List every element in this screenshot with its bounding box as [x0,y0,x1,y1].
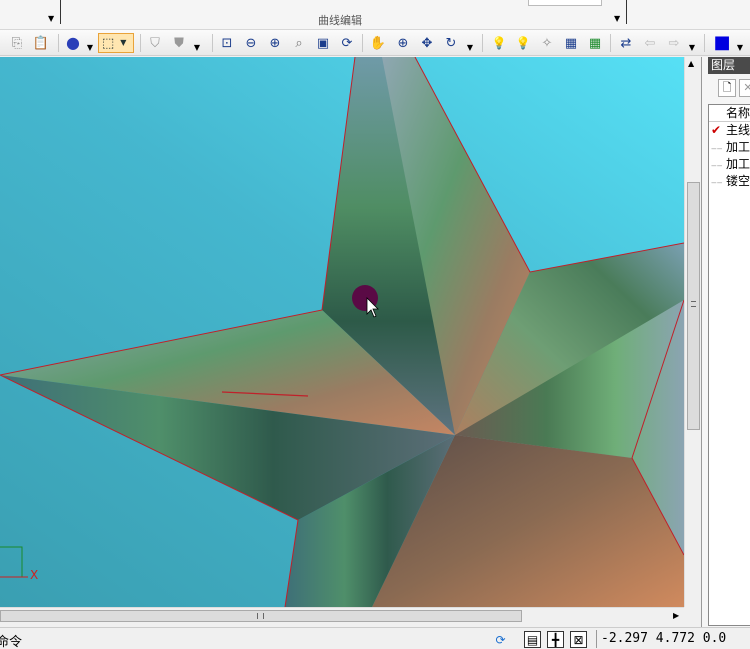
toolbar-separator [362,34,363,52]
back-arrow-icon[interactable]: ⇦ [641,34,659,52]
ribbon-bar: ▼ ▼ 曲线编辑 [0,0,750,30]
shield-icon[interactable]: ⛉ [146,34,164,52]
ribbon-separator [60,0,61,24]
layer-name: 加工 [726,140,750,154]
vertical-scroll-thumb[interactable] [687,182,700,430]
chevron-down-icon[interactable]: ▼ [86,39,94,57]
toolbar-separator [140,34,141,52]
zoom-extents-icon[interactable]: ▣ [314,34,332,52]
chevron-down-icon[interactable]: ▼ [193,39,201,57]
zoom-window-icon[interactable]: ⊡ [218,34,236,52]
status-bar: 命令 ⟳ ▤ ╋ ⊠ -2.297 4.772 0.0 [0,627,750,649]
sphere-shading-icon[interactable]: ● [64,34,82,52]
spin-icon[interactable]: ↻ [442,34,460,52]
pan-hand-icon[interactable]: ✋ [369,34,387,52]
color-swatch-icon[interactable]: ■ [713,34,731,52]
shield-filled-icon[interactable]: ⛊ [170,34,188,52]
ribbon-separator [626,0,627,24]
layer-column-header[interactable]: 名称 [709,105,750,122]
layer-name: 加工 [726,157,750,171]
chevron-down-icon[interactable]: ▼ [466,39,474,57]
box-view-button[interactable]: ⬚ ▼ [98,33,134,53]
tree-line-icon: ‒‒ [711,144,723,154]
layer-panel: 图层 🗋 ✕ 名称 ✔ 主线 ‒‒ 加工 ‒‒ 加工 ‒‒ 镂空 [701,57,750,627]
layer-list: 名称 ✔ 主线 ‒‒ 加工 ‒‒ 加工 ‒‒ 镂空 [708,104,750,626]
rotate-view-icon[interactable]: ⟳ [338,34,356,52]
chevron-down-icon[interactable]: ▼ [736,39,744,57]
layer-name: 主线 [726,123,750,137]
ribbon-group-label: 曲线编辑 [318,14,362,27]
copy-icon[interactable]: ⎘ [8,34,26,52]
light-settings-icon[interactable]: ✧ [538,34,556,52]
toolbar-separator [482,34,483,52]
axis-indicator-icon [0,546,23,578]
document-icon[interactable]: ▤ [524,631,541,648]
vertical-scrollbar[interactable]: ▲ [684,57,701,607]
check-icon[interactable]: ✔ [711,122,726,139]
bulb-green-icon[interactable]: 💡 [514,34,532,52]
toolbar-separator [212,34,213,52]
horizontal-scroll-thumb[interactable] [0,610,522,622]
cad-window: ▼ ▼ 曲线编辑 ⎘ 📋 ● ▼ ⬚ ▼ ⛉ ⛊ ▼ ⊡ ⊖ ⊕ ⌕ ▣ ⟳ ✋ … [0,0,750,649]
layer-row[interactable]: ‒‒ 加工 [709,156,750,173]
ortho-mode-icon[interactable]: ⊠ [570,631,587,648]
star-relief-model [0,57,684,607]
ribbon-field[interactable] [528,0,602,6]
chevron-down-icon: ▼ [120,38,127,47]
paste-icon[interactable]: 📋 [32,34,50,52]
new-layer-icon[interactable]: 🗋 [718,79,736,97]
zoom-in-icon[interactable]: ⊕ [266,34,284,52]
zoom-all-icon[interactable]: ⌕ [290,34,308,52]
status-divider [596,630,597,648]
layer-name: 镂空 [726,174,750,188]
toolbar-separator [58,34,59,52]
zoom-out-icon[interactable]: ⊖ [242,34,260,52]
refresh-icon[interactable]: ⟳ [492,631,509,648]
tree-line-icon: ‒‒ [711,178,723,188]
scroll-grip-icon [257,613,264,619]
regenerate-icon[interactable]: ⇄ [617,34,635,52]
axis-x-label: X [30,568,39,582]
scroll-right-arrow-icon[interactable]: ▶ [673,611,679,620]
layer-row[interactable]: ✔ 主线 [709,122,750,139]
main-toolbar: ⎘ 📋 ● ▼ ⬚ ▼ ⛉ ⛊ ▼ ⊡ ⊖ ⊕ ⌕ ▣ ⟳ ✋ ⊕ ✥ ↻ ▼ 💡… [0,30,750,56]
horizontal-scrollbar[interactable]: ▶ [0,607,684,624]
layer-panel-title: 图层 [708,57,750,74]
select-frame-green-icon[interactable]: ▦ [586,34,604,52]
forward-arrow-icon[interactable]: ⇨ [665,34,683,52]
zoom-plus-icon[interactable]: ⊕ [394,34,412,52]
scroll-grip-icon [691,301,696,307]
3d-viewport[interactable]: X [0,57,684,607]
box-view-icon: ⬚ [102,35,115,51]
chevron-down-icon[interactable]: ▼ [688,39,696,57]
grid-snap-icon[interactable]: ╋ [547,631,564,648]
command-prompt: 命令 [0,635,23,649]
ribbon-dropdown-arrow[interactable]: ▼ [614,14,620,23]
bulb-blue-icon[interactable]: 💡 [490,34,508,52]
select-frame-icon[interactable]: ▦ [562,34,580,52]
ribbon-dropdown-arrow[interactable]: ▼ [48,14,54,23]
move-cross-icon[interactable]: ✥ [418,34,436,52]
toolbar-separator [704,34,705,52]
scroll-up-arrow-icon[interactable]: ▲ [688,59,694,68]
layer-row[interactable]: ‒‒ 加工 [709,139,750,156]
cursor-coordinates: -2.297 4.772 0.0 [601,631,727,646]
delete-layer-icon[interactable]: ✕ [739,79,750,97]
layer-row[interactable]: ‒‒ 镂空 [709,173,750,190]
toolbar-separator [610,34,611,52]
tree-line-icon: ‒‒ [711,161,723,171]
